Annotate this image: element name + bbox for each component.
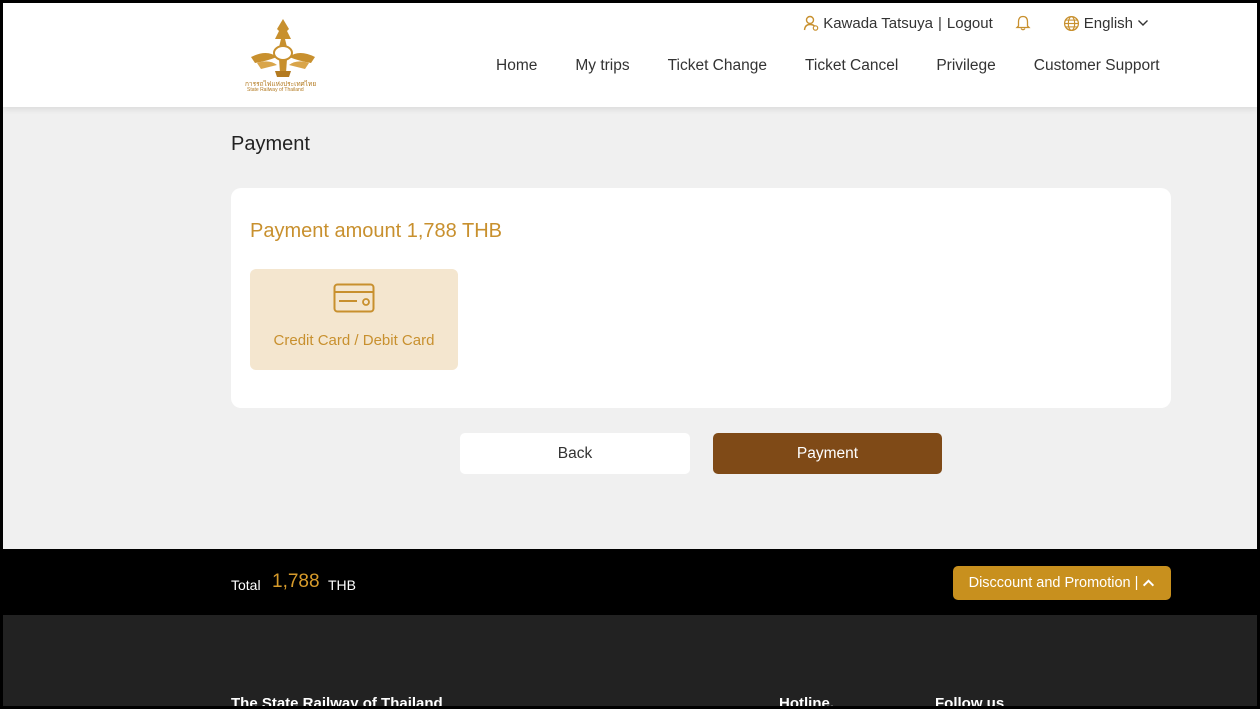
payment-method-label: Credit Card / Debit Card (273, 332, 435, 349)
user-icon (803, 15, 819, 31)
nav-my-trips[interactable]: My trips (575, 57, 629, 75)
site-header: การรถไฟแห่งประเทศไทย State Railway of Th… (3, 3, 1257, 107)
total-label: Total (231, 577, 261, 593)
user-bar: Kawada Tatsuya | Logout English (803, 13, 1149, 33)
nav-ticket-cancel[interactable]: Ticket Cancel (805, 57, 898, 75)
payment-button[interactable]: Payment (713, 433, 942, 474)
nav-privilege[interactable]: Privilege (936, 57, 995, 75)
nav-customer-support[interactable]: Customer Support (1034, 57, 1160, 75)
logo-text-en: State Railway of Thailand (247, 87, 304, 93)
total-value: 1,788 (272, 571, 320, 592)
bell-icon[interactable] (1015, 15, 1031, 31)
payment-amount: Payment amount 1,788 THB (250, 220, 502, 242)
language-selector[interactable]: English (1084, 15, 1133, 32)
chevron-up-icon (1142, 577, 1155, 590)
nav-ticket-change[interactable]: Ticket Change (668, 57, 767, 75)
page-frame: การรถไฟแห่งประเทศไทย State Railway of Th… (0, 0, 1260, 709)
footer-hotline-title: Hotline. (779, 695, 834, 709)
user-name-link[interactable]: Kawada Tatsuya (823, 15, 933, 32)
site-footer: The State Railway of Thailand Hotline. F… (3, 615, 1257, 709)
srt-logo[interactable]: การรถไฟแห่งประเทศไทย State Railway of Th… (241, 13, 325, 97)
payment-card: Payment amount 1,788 THB Credit Card / D… (231, 188, 1171, 408)
globe-icon[interactable] (1063, 15, 1080, 32)
chevron-down-icon[interactable] (1137, 17, 1149, 29)
payment-method-credit-card[interactable]: Credit Card / Debit Card (250, 269, 458, 370)
nav-home[interactable]: Home (496, 57, 537, 75)
main-nav: Home My trips Ticket Change Ticket Cance… (496, 57, 1160, 75)
total-bar: Total 1,788 THB Disccount and Promotion … (3, 549, 1257, 615)
page-title: Payment (231, 133, 310, 155)
logout-link[interactable]: Logout (947, 15, 993, 32)
total-currency: THB (328, 577, 356, 593)
user-separator: | (938, 14, 942, 32)
footer-follow-title: Follow us (935, 695, 1005, 709)
credit-card-icon (333, 283, 375, 318)
back-button[interactable]: Back (460, 433, 690, 474)
footer-org-title: The State Railway of Thailand (231, 695, 443, 709)
discount-promotion-button[interactable]: Disccount and Promotion | (953, 566, 1171, 600)
discount-promotion-label: Disccount and Promotion | (968, 575, 1139, 591)
